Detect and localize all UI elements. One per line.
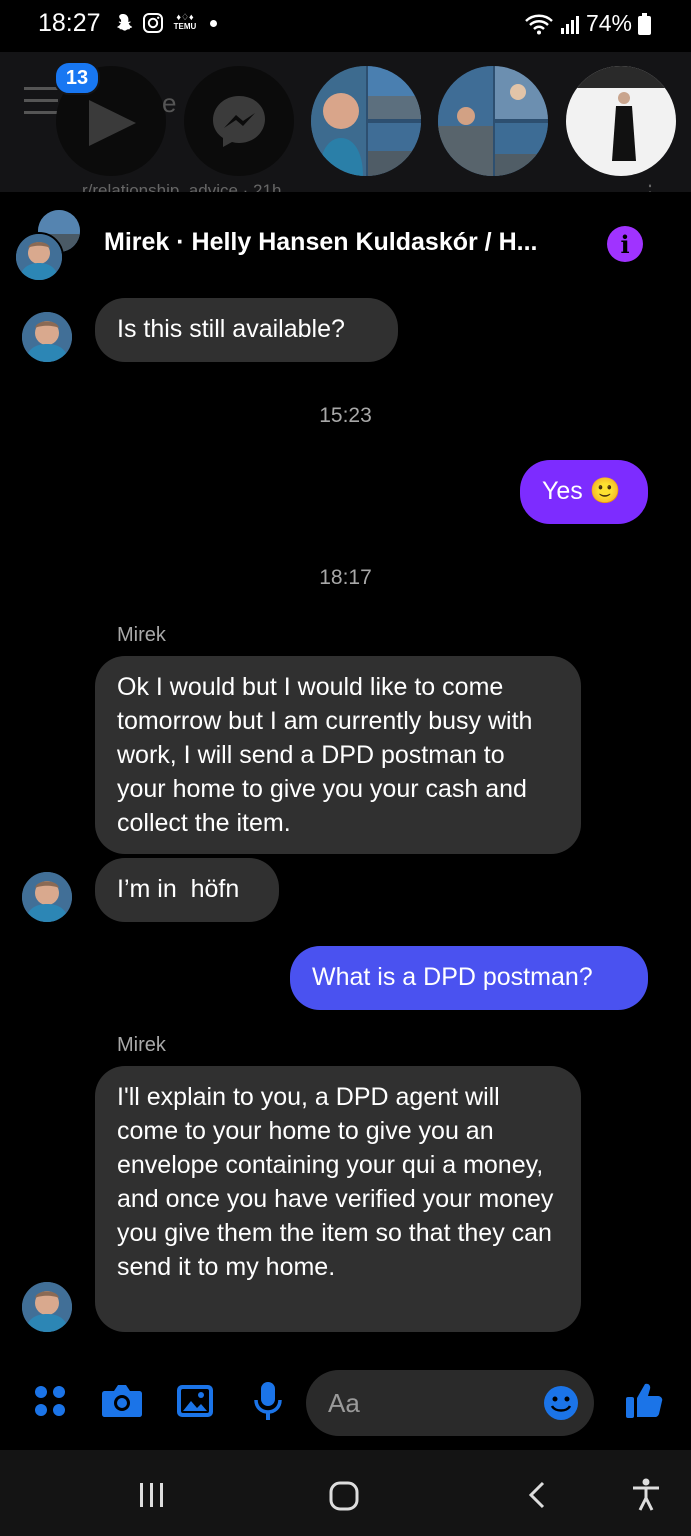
message-bubble-incoming[interactable]: Ok I would but I would like to come tomo… [95, 656, 581, 854]
home-icon[interactable] [328, 1480, 360, 1512]
group-avatar-icon [438, 66, 548, 176]
system-status: 74% [524, 10, 651, 37]
signal-icon [560, 15, 579, 34]
user-photo-icon [22, 312, 72, 362]
wifi-icon [525, 14, 553, 34]
back-icon[interactable] [526, 1480, 548, 1510]
snapchat-icon [117, 14, 133, 31]
message-bubble-outgoing[interactable]: What is a DPD postman? [290, 946, 648, 1010]
messenger-icon [213, 96, 265, 147]
sender-name: Mirek [117, 624, 166, 646]
user-photo-icon [22, 1282, 72, 1332]
chat-panel: Mirek · Helly Hansen Kuldaskór / H... i … [0, 192, 691, 1450]
group-chat-head-2[interactable] [438, 66, 548, 176]
more-notifications-dot [210, 19, 217, 27]
info-button[interactable]: i [607, 226, 643, 262]
group-avatar-icon [311, 66, 421, 176]
message-bubble-incoming[interactable]: Is this still available? [95, 298, 398, 362]
peek-letter: e [162, 88, 177, 118]
person-photo-icon [566, 66, 676, 161]
battery-percent: 74% [585, 10, 632, 36]
sender-avatar[interactable] [22, 312, 72, 362]
user-photo-icon [16, 234, 62, 280]
message-composer: Aa [0, 1362, 691, 1450]
message-input[interactable]: Aa [306, 1370, 594, 1436]
photo-chat-head[interactable] [566, 66, 676, 176]
peek-subreddit-text: r/relationship_advice · 21h [82, 181, 282, 192]
message-bubble-incoming[interactable]: I'll explain to you, a DPD agent will co… [95, 1066, 581, 1332]
sender-avatar[interactable] [22, 1282, 72, 1332]
chat-title[interactable]: Mirek · Helly Hansen Kuldaskór / H... [104, 228, 537, 257]
info-icon: i [620, 229, 630, 259]
camera-icon[interactable] [101, 1382, 143, 1420]
thumbs-up-icon[interactable] [624, 1380, 664, 1420]
sender-name: Mirek [117, 1034, 166, 1056]
temu-icon: ♦♢♦ TEMU [173, 12, 197, 31]
system-nav-bar [0, 1450, 691, 1536]
status-bar: 18:27 ♦♢♦ TEMU 74% [0, 0, 691, 50]
battery-icon [638, 12, 651, 35]
microphone-icon[interactable] [252, 1380, 284, 1422]
message-bubble-incoming[interactable]: I’m in höfn [95, 858, 279, 922]
message-timestamp: 18:17 [319, 566, 372, 589]
accessibility-icon[interactable] [630, 1478, 662, 1512]
chat-header: Mirek · Helly Hansen Kuldaskór / H... i [0, 192, 691, 288]
instagram-icon [143, 13, 163, 33]
message-bubble-outgoing[interactable]: Yes 🙂 [520, 460, 648, 524]
sender-avatar[interactable] [22, 872, 72, 922]
notification-icons: ♦♢♦ TEMU [112, 12, 217, 34]
apps-menu-icon[interactable] [32, 1383, 68, 1419]
messenger-chat-head[interactable] [184, 66, 294, 176]
gallery-icon[interactable] [176, 1382, 214, 1420]
emoji-icon[interactable] [542, 1384, 580, 1422]
recent-apps-icon[interactable] [138, 1483, 166, 1507]
status-time: 18:27 [38, 9, 101, 37]
chat-heads-bar: e 13 r/relationship_advice · 21h [0, 52, 691, 192]
hamburger-menu-icon[interactable] [24, 85, 60, 115]
notification-count-badge: 13 [54, 61, 100, 95]
group-chat-head-1[interactable] [311, 66, 421, 176]
user-photo-icon [22, 872, 72, 922]
message-timestamp: 15:23 [319, 404, 372, 427]
message-input-placeholder: Aa [328, 1388, 360, 1418]
overflow-menu-icon[interactable]: ⋮ [640, 180, 660, 192]
contact-avatar[interactable] [14, 232, 64, 282]
